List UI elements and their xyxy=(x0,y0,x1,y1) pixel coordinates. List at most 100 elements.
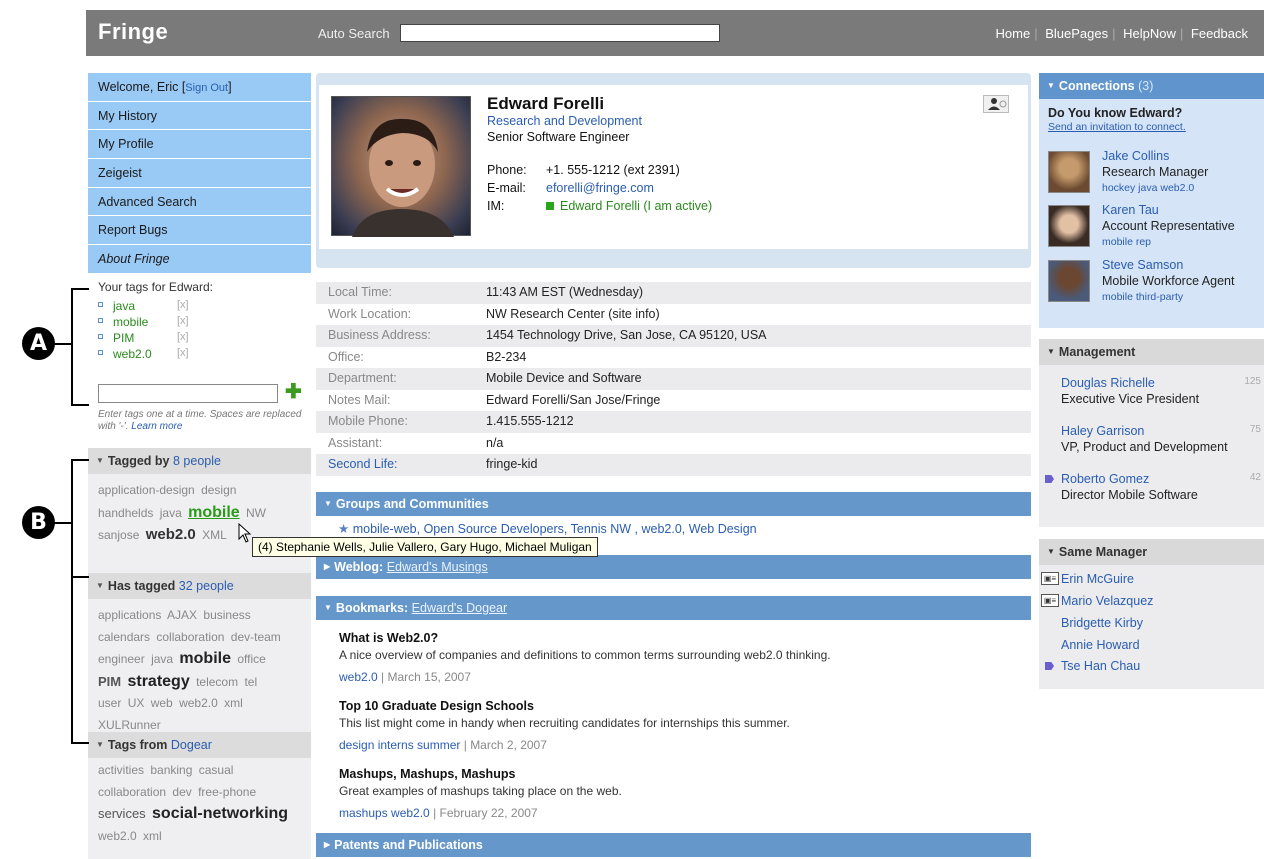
nav-about-fringe[interactable]: About Fringe xyxy=(88,245,311,274)
add-tag-plus-icon[interactable]: ✚ xyxy=(285,382,302,402)
groups-links[interactable]: mobile-web, Open Source Developers, Tenn… xyxy=(353,522,757,536)
bookmark-tags[interactable]: design interns summer xyxy=(339,738,460,752)
nav-report-bugs[interactable]: Report Bugs xyxy=(88,216,311,246)
manager-name-link[interactable]: Haley Garrison xyxy=(1061,424,1261,438)
bookmark-title[interactable]: What is Web2.0? xyxy=(339,631,1019,645)
email-link[interactable]: eforelli@fringe.com xyxy=(546,181,654,195)
remove-tag-button[interactable]: [x] xyxy=(177,299,189,311)
peer-name-link[interactable]: Bridgette Kirby xyxy=(1061,616,1143,630)
tag-cloud-word[interactable]: design xyxy=(201,483,236,497)
tag-cloud-word[interactable]: engineer xyxy=(98,652,145,666)
tag-cloud-word[interactable]: XML xyxy=(202,528,227,542)
connection-name-link[interactable]: Karen Tau xyxy=(1102,203,1159,217)
tag-cloud-word[interactable]: AJAX xyxy=(167,608,197,622)
tag-cloud-word[interactable]: strategy xyxy=(127,673,189,690)
tag-cloud-word-hovered[interactable]: mobile xyxy=(188,504,240,521)
manager-name-link[interactable]: Douglas Richelle xyxy=(1061,376,1261,390)
vcard-icon[interactable] xyxy=(983,95,1009,113)
tag-cloud-word[interactable]: applications xyxy=(98,608,161,622)
bookmark-title[interactable]: Top 10 Graduate Design Schools xyxy=(339,699,1019,713)
tag-cloud-word[interactable]: collaboration xyxy=(156,630,224,644)
send-invitation-link[interactable]: Send an invitation to connect. xyxy=(1039,120,1264,133)
weblog-header[interactable]: ▶ Weblog: Edward's Musings xyxy=(316,555,1031,579)
tagged-by-people-link[interactable]: 8 people xyxy=(173,454,221,468)
connection-tags[interactable]: mobile rep xyxy=(1102,236,1151,248)
tag-cloud-word[interactable]: application-design xyxy=(98,483,195,497)
has-tagged-header[interactable]: ▼ Has tagged 32 people xyxy=(88,573,311,599)
peer-name-link[interactable]: Mario Velazquez xyxy=(1061,594,1153,608)
tag-cloud-word[interactable]: web2.0 xyxy=(98,829,137,843)
im-status[interactable]: Edward Forelli (I am active) xyxy=(546,199,712,213)
remove-tag-button[interactable]: [x] xyxy=(177,315,189,327)
connection-tags[interactable]: hockey java web2.0 xyxy=(1102,182,1194,194)
home-link[interactable]: Home xyxy=(996,26,1031,41)
tag-cloud-word[interactable]: social-networking xyxy=(152,805,288,822)
tag-cloud-word[interactable]: sanjose xyxy=(98,528,139,542)
management-header[interactable]: ▼ Management xyxy=(1039,339,1264,365)
my-tag-label[interactable]: PIM xyxy=(113,331,134,345)
nav-advanced-search[interactable]: Advanced Search xyxy=(88,187,311,217)
groups-header[interactable]: ▼ Groups and Communities xyxy=(316,492,1031,516)
tag-cloud-word[interactable]: xml xyxy=(143,829,162,843)
manager-name-link[interactable]: Roberto Gomez xyxy=(1061,472,1261,486)
tag-cloud-word[interactable]: PIM xyxy=(98,674,121,689)
tag-cloud-word[interactable]: web2.0 xyxy=(146,526,196,543)
bluepages-link[interactable]: BluePages xyxy=(1045,26,1108,41)
helpnow-link[interactable]: HelpNow xyxy=(1123,26,1176,41)
peer-name-link[interactable]: Annie Howard xyxy=(1061,638,1140,652)
second-life-link[interactable]: Second Life: xyxy=(328,457,398,471)
peer-name-link[interactable]: Tse Han Chau xyxy=(1061,659,1140,673)
bookmark-tags[interactable]: web2.0 xyxy=(339,670,378,684)
peer-name-link[interactable]: Erin McGuire xyxy=(1061,572,1134,586)
connection-tags[interactable]: mobile third-party xyxy=(1102,291,1183,303)
bookmarks-link[interactable]: Edward's Dogear xyxy=(412,601,508,615)
department-link[interactable]: Mobile Device and Software xyxy=(486,371,642,385)
app-logo[interactable]: Fringe xyxy=(98,19,168,45)
connections-header[interactable]: ▼ Connections (3) xyxy=(1039,73,1264,99)
my-tag-label[interactable]: mobile xyxy=(113,315,148,329)
tag-cloud-word[interactable]: casual xyxy=(199,763,234,777)
weblog-link[interactable]: Edward's Musings xyxy=(387,560,488,574)
nav-zeigeist[interactable]: Zeigeist xyxy=(88,159,311,188)
my-tag-label[interactable]: web2.0 xyxy=(113,347,152,361)
tag-cloud-word[interactable]: banking xyxy=(150,763,192,777)
tags-from-dogear-link[interactable]: Dogear xyxy=(171,738,212,752)
tag-cloud-word[interactable]: NW xyxy=(246,506,266,520)
tag-cloud-word[interactable]: xml xyxy=(224,696,243,710)
tag-cloud-word[interactable]: collaboration xyxy=(98,785,166,799)
my-tag-label[interactable]: java xyxy=(113,299,135,313)
tag-cloud-word[interactable]: java xyxy=(160,506,182,520)
same-manager-header[interactable]: ▼ Same Manager xyxy=(1039,539,1264,565)
patents-header[interactable]: ▶ Patents and Publications xyxy=(316,833,1031,857)
has-tagged-people-link[interactable]: 32 people xyxy=(179,579,234,593)
tag-cloud-word[interactable]: free-phone xyxy=(198,785,256,799)
connection-name-link[interactable]: Jake Collins xyxy=(1102,149,1169,163)
nav-my-profile[interactable]: My Profile xyxy=(88,130,311,160)
tag-cloud-word[interactable]: services xyxy=(98,806,146,821)
connection-name-link[interactable]: Steve Samson xyxy=(1102,258,1183,272)
remove-tag-button[interactable]: [x] xyxy=(177,331,189,343)
tag-cloud-word[interactable]: UX xyxy=(128,696,145,710)
auto-search-input[interactable] xyxy=(400,24,720,42)
bookmark-tags[interactable]: mashups web2.0 xyxy=(339,806,430,820)
tagged-by-header[interactable]: ▼ Tagged by 8 people xyxy=(88,448,311,474)
tag-cloud-word[interactable]: dev-team xyxy=(231,630,281,644)
feedback-link[interactable]: Feedback xyxy=(1191,26,1248,41)
tag-cloud-word[interactable]: web xyxy=(151,696,173,710)
add-tag-input[interactable] xyxy=(98,384,278,403)
tag-cloud-word[interactable]: mobile xyxy=(179,650,231,667)
bookmark-title[interactable]: Mashups, Mashups, Mashups xyxy=(339,767,1019,781)
profile-department-link[interactable]: Research and Development xyxy=(487,114,642,128)
tag-cloud-word[interactable]: calendars xyxy=(98,630,150,644)
remove-tag-button[interactable]: [x] xyxy=(177,347,189,359)
tag-cloud-word[interactable]: tel xyxy=(244,675,257,689)
tag-cloud-word[interactable]: web2.0 xyxy=(179,696,218,710)
tag-cloud-word[interactable]: java xyxy=(151,652,173,666)
tag-cloud-word[interactable]: activities xyxy=(98,763,144,777)
tag-cloud-word[interactable]: user xyxy=(98,696,121,710)
tag-cloud-word[interactable]: handhelds xyxy=(98,506,153,520)
tag-cloud-word[interactable]: business xyxy=(203,608,250,622)
work-location-link[interactable]: NW Research Center (site info) xyxy=(486,307,660,321)
sign-out-link[interactable]: Sign Out xyxy=(185,82,228,94)
nav-my-history[interactable]: My History xyxy=(88,101,311,131)
